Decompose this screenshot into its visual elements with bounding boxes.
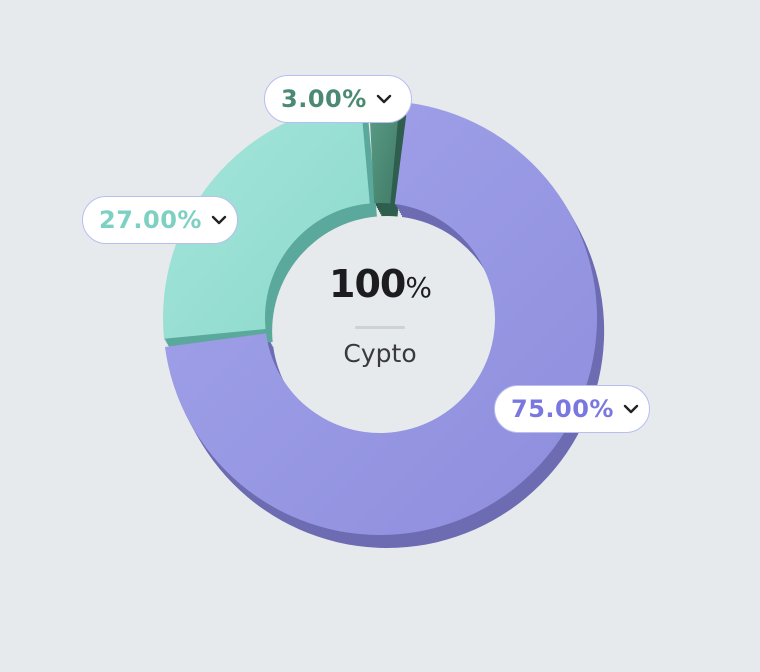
chevron-down-icon — [622, 400, 640, 418]
center-total-value: 100 — [329, 262, 406, 306]
center-label: 100% Cypto — [280, 262, 480, 369]
center-total: 100% — [280, 262, 480, 310]
slice-label-text: 75.00% — [511, 395, 614, 423]
center-divider — [355, 326, 405, 329]
slice-label-text: 27.00% — [99, 206, 202, 234]
center-total-unit: % — [405, 271, 432, 304]
chevron-down-icon — [210, 211, 228, 229]
slice-label-text: 3.00% — [281, 85, 367, 113]
slice-label-3-percent[interactable]: 3.00% — [264, 75, 412, 123]
chevron-down-icon — [375, 90, 393, 108]
chart-stage: 100% Cypto 3.00% 27.00% 75.00% — [0, 0, 760, 672]
center-caption: Cypto — [343, 339, 417, 368]
slice-label-27-percent[interactable]: 27.00% — [82, 196, 238, 244]
slice-label-75-percent[interactable]: 75.00% — [494, 385, 650, 433]
